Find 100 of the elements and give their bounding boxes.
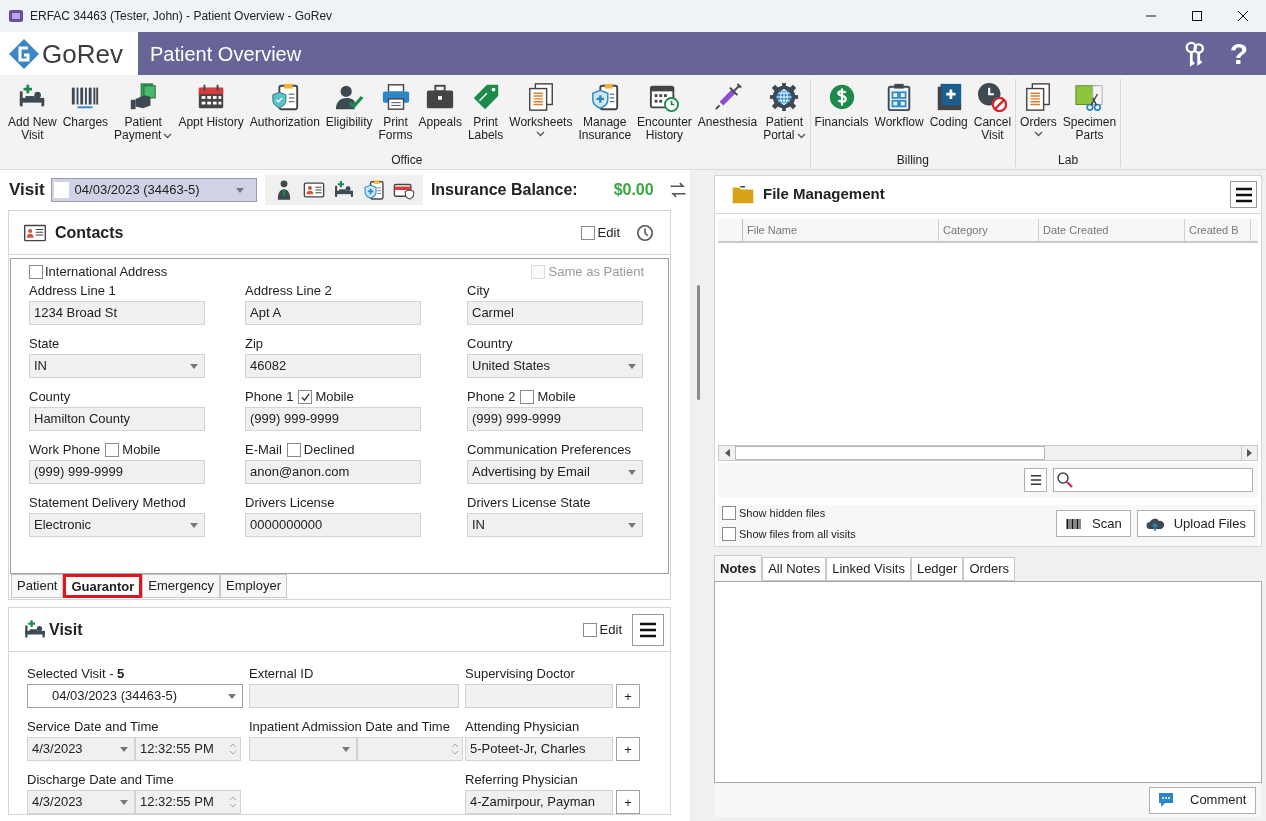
field-label: Drivers License State bbox=[467, 494, 591, 513]
add-button[interactable]: + bbox=[616, 737, 640, 761]
toolbar-button[interactable]: Appt History bbox=[175, 79, 247, 153]
dropdown[interactable]: IN bbox=[29, 354, 205, 378]
toolbar-button[interactable]: Specimen Parts bbox=[1059, 79, 1120, 153]
caret-icon bbox=[120, 746, 128, 752]
toolbar-button[interactable]: Worksheets bbox=[506, 79, 576, 153]
tab[interactable]: Patient bbox=[11, 574, 64, 598]
toolbar-button[interactable]: Print Labels bbox=[464, 79, 507, 153]
input-field[interactable]: Carmel bbox=[467, 301, 643, 325]
input-field[interactable]: Apt A bbox=[245, 301, 421, 325]
input-field[interactable]: (999) 999-9999 bbox=[29, 460, 205, 484]
date-field[interactable] bbox=[249, 737, 357, 761]
checkbox-label: Show hidden files bbox=[739, 506, 826, 521]
time-field[interactable] bbox=[357, 737, 463, 761]
toolbar-button[interactable]: Appeals bbox=[415, 79, 465, 153]
toolbar-button[interactable]: Cancel Visit bbox=[970, 79, 1015, 153]
tab[interactable]: All Notes bbox=[762, 557, 827, 581]
checkbox-label: Same as Patient bbox=[548, 263, 644, 282]
visit-dropdown[interactable]: 04/03/2023 (34463-5) bbox=[50, 178, 257, 202]
toolbar-button[interactable]: Add New Visit bbox=[5, 79, 60, 153]
input-field[interactable]: (999) 999-9999 bbox=[467, 407, 643, 431]
toolbar-button[interactable]: Encounter History bbox=[634, 79, 695, 153]
toolbar-button[interactable]: Charges bbox=[59, 79, 112, 153]
toolbar-button[interactable]: Orders bbox=[1017, 79, 1060, 153]
input-field[interactable]: 5-Poteet-Jr, Charles bbox=[465, 737, 613, 761]
tab[interactable]: Linked Visits bbox=[826, 557, 911, 581]
checkbox-label: Show files from all visits bbox=[739, 526, 856, 542]
help-button[interactable]: ? bbox=[1224, 35, 1254, 72]
caret-icon bbox=[163, 132, 173, 139]
add-button[interactable]: + bbox=[616, 790, 640, 814]
scrollbar-thumb[interactable] bbox=[696, 285, 700, 400]
field-label: Address Line 1 bbox=[29, 282, 116, 301]
scan-button[interactable]: Scan bbox=[1056, 510, 1131, 537]
tab[interactable]: Guarantor bbox=[63, 574, 143, 598]
caret-icon bbox=[536, 131, 546, 137]
column-header[interactable]: Date Created bbox=[1039, 219, 1185, 241]
toolbar-button[interactable]: Anesthesia bbox=[694, 79, 761, 153]
input-field[interactable]: 46082 bbox=[245, 354, 421, 378]
input-field[interactable] bbox=[465, 684, 613, 708]
input-field[interactable]: (999) 999-9999 bbox=[245, 407, 421, 431]
column-header[interactable]: File Name bbox=[743, 219, 939, 241]
checkbox[interactable] bbox=[722, 506, 736, 521]
search-field[interactable] bbox=[1053, 468, 1253, 492]
panel-title: Contacts bbox=[55, 222, 124, 243]
input-field[interactable]: 4-Zamirpour, Payman bbox=[465, 790, 613, 814]
comment-button[interactable]: Comment bbox=[1149, 786, 1256, 814]
toolbar-button[interactable]: Manage Insurance bbox=[575, 79, 635, 153]
input-field[interactable]: anon@anon.com bbox=[245, 460, 421, 484]
toolbar-button[interactable]: Financials bbox=[811, 79, 872, 153]
toolbar-button[interactable]: Patient Payment bbox=[111, 79, 176, 153]
checkbox[interactable] bbox=[29, 265, 43, 279]
dropdown[interactable]: United States bbox=[467, 354, 643, 378]
checkbox[interactable] bbox=[520, 390, 535, 404]
menu-button[interactable] bbox=[632, 613, 664, 646]
tab[interactable]: Emergency bbox=[142, 574, 221, 598]
input-field[interactable] bbox=[249, 684, 459, 708]
upload-button[interactable]: Upload Files bbox=[1136, 510, 1255, 537]
field-label: Work Phone bbox=[29, 441, 101, 460]
checkbox[interactable] bbox=[298, 390, 313, 404]
toolbar-button[interactable]: Eligibility bbox=[322, 79, 376, 153]
input-field[interactable]: 1234 Broad St bbox=[29, 301, 205, 325]
column-header[interactable]: Created B bbox=[1185, 219, 1251, 241]
checkbox[interactable] bbox=[580, 225, 595, 240]
date-field[interactable]: 4/3/2023 bbox=[27, 790, 135, 814]
horizontal-scrollbar[interactable] bbox=[718, 445, 1258, 461]
caret-icon bbox=[628, 522, 636, 528]
column-header[interactable]: Category bbox=[939, 219, 1039, 241]
checkbox[interactable] bbox=[582, 622, 597, 637]
time-field[interactable]: 12:32:55 PM bbox=[135, 737, 241, 761]
tab[interactable]: Orders bbox=[963, 557, 1016, 581]
visit-dropdown[interactable]: 04/03/2023 (34463-5) bbox=[27, 684, 243, 708]
toolbar-button[interactable]: Authorization bbox=[246, 79, 323, 153]
checkbox[interactable] bbox=[286, 443, 301, 457]
checkbox[interactable] bbox=[722, 526, 736, 541]
checkbox-label: Mobile bbox=[122, 441, 161, 460]
clipboard-shield-icon bbox=[589, 82, 620, 112]
dropdown[interactable]: Advertising by Email bbox=[467, 460, 643, 484]
tab[interactable]: Ledger bbox=[910, 557, 964, 581]
toolbar-button[interactable]: Print Forms bbox=[375, 79, 416, 153]
add-button[interactable]: + bbox=[616, 684, 640, 708]
caret-icon bbox=[628, 469, 636, 475]
input-field[interactable]: Hamilton County bbox=[29, 407, 205, 431]
field-label: Statement Delivery Method bbox=[29, 494, 186, 513]
input-field[interactable]: 0000000000 bbox=[245, 513, 421, 537]
toolbar-button[interactable]: Coding bbox=[926, 79, 971, 153]
checkbox[interactable] bbox=[105, 443, 120, 457]
toolbar-button[interactable]: Workflow bbox=[871, 79, 927, 153]
menu-icon bbox=[1234, 186, 1253, 203]
syringe-icon bbox=[712, 82, 743, 112]
list-button[interactable] bbox=[1024, 468, 1047, 492]
dropdown[interactable]: Electronic bbox=[29, 513, 205, 537]
menu-button[interactable] bbox=[1230, 181, 1257, 208]
tab[interactable]: Notes bbox=[714, 555, 763, 581]
scrollbar-thumb[interactable] bbox=[735, 446, 1045, 460]
tab[interactable]: Employer bbox=[220, 574, 287, 598]
dropdown[interactable]: IN bbox=[467, 513, 643, 537]
time-field[interactable]: 12:32:55 PM bbox=[135, 790, 241, 814]
toolbar-button[interactable]: Patient Portal bbox=[760, 79, 809, 153]
date-field[interactable]: 4/3/2023 bbox=[27, 737, 135, 761]
